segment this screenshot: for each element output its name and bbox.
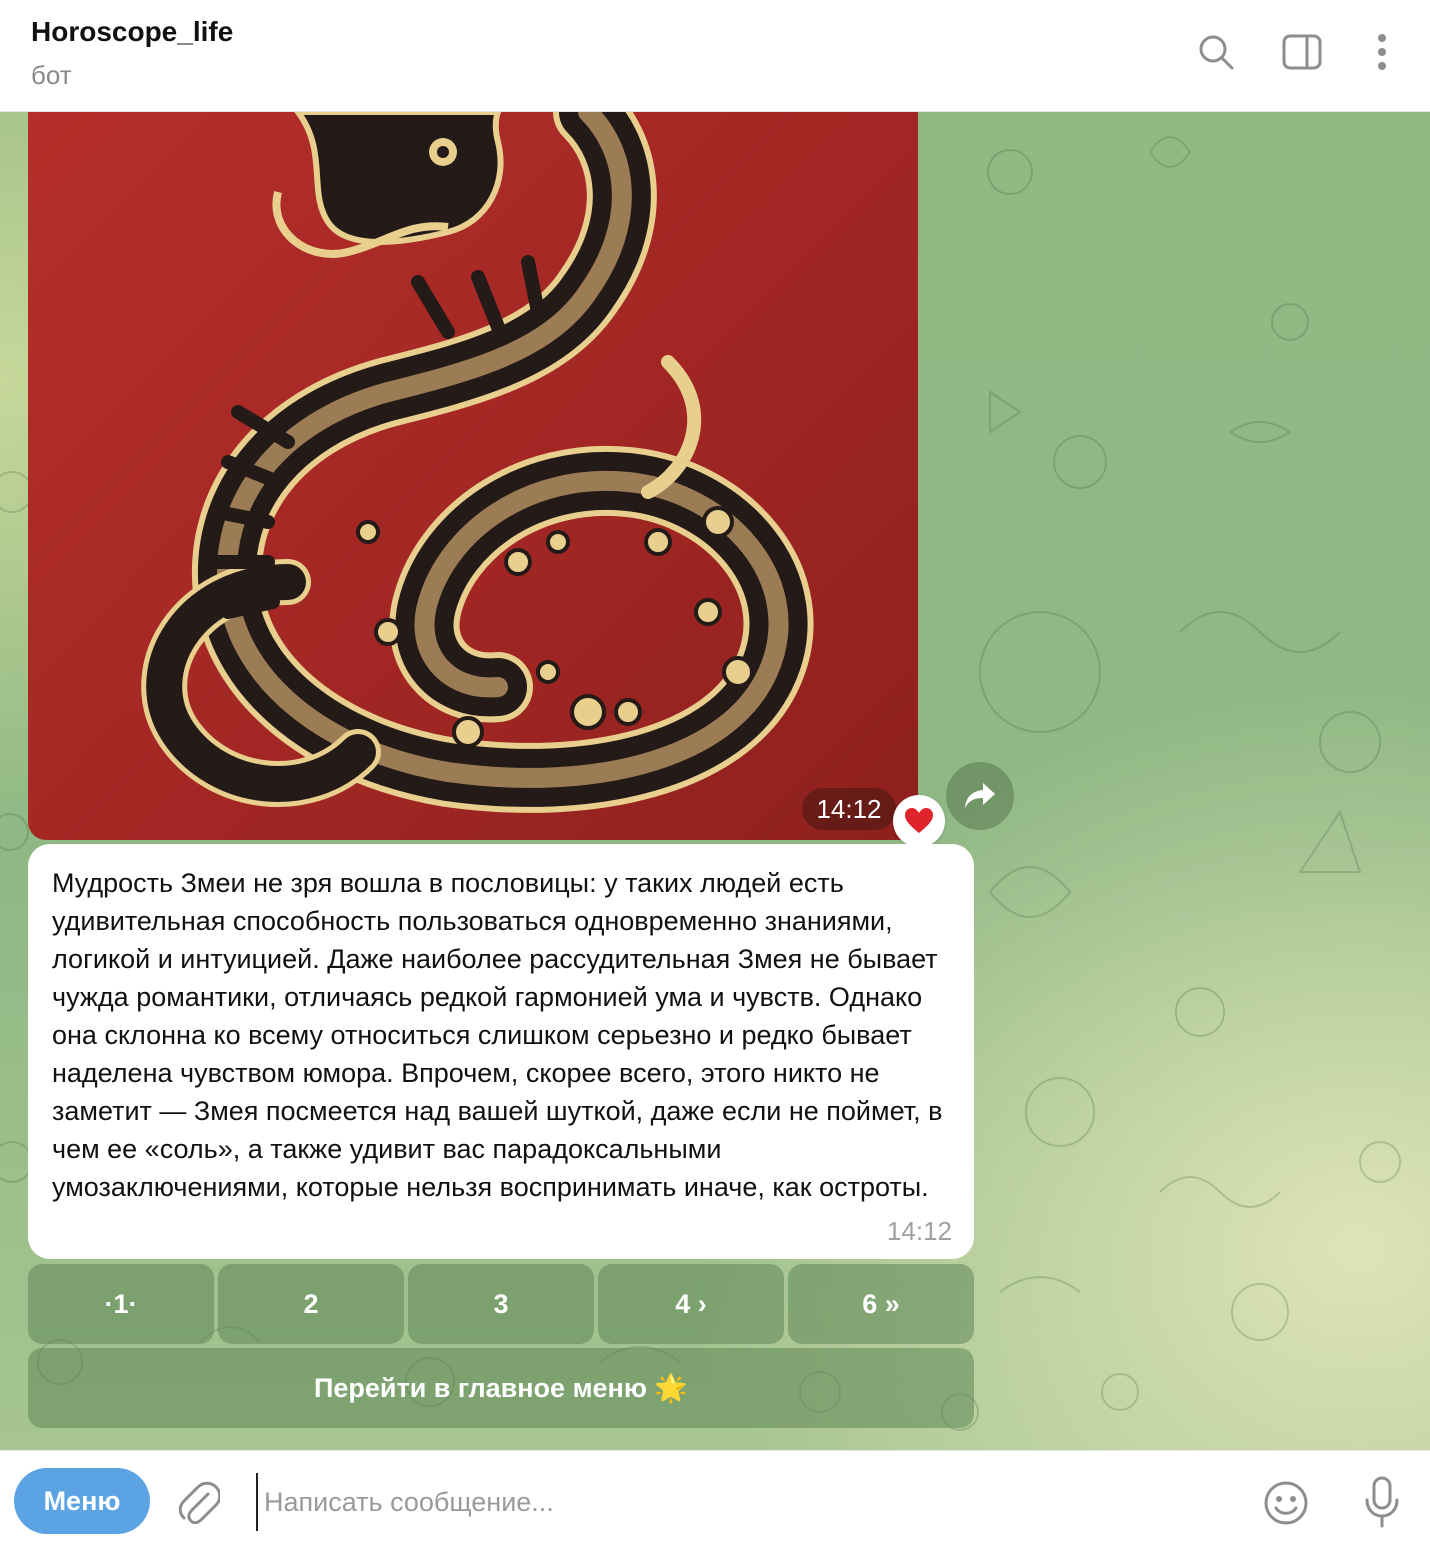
chat-header: Horoscope_life бот [0, 0, 1430, 112]
attach-icon[interactable] [176, 1479, 222, 1525]
page-button-2[interactable]: 2 [218, 1264, 404, 1344]
forward-button[interactable] [946, 762, 1014, 830]
page-button-3[interactable]: 3 [408, 1264, 594, 1344]
chat-area: 14:12 Мудрость Змеи не зря вошла в посло… [0, 112, 1430, 1450]
emoji-icon[interactable] [1262, 1479, 1310, 1527]
microphone-icon[interactable] [1360, 1475, 1404, 1531]
main-menu-row: Перейти в главное меню 🌟 [28, 1348, 974, 1428]
pagination-keyboard: ·1· 2 3 4 › 6 » [28, 1264, 974, 1344]
heart-reaction[interactable] [893, 795, 945, 847]
message-composer: Меню [0, 1450, 1430, 1550]
more-vertical-icon[interactable] [1360, 30, 1404, 74]
chat-title[interactable]: Horoscope_life [31, 16, 233, 48]
photo-message-time: 14:12 [802, 788, 896, 830]
bot-menu-button[interactable]: Меню [14, 1468, 150, 1534]
page-button-next[interactable]: 4 › [598, 1264, 784, 1344]
snake-illustration-image[interactable] [28, 112, 918, 840]
chat-subtitle: бот [31, 60, 72, 90]
page-button-1[interactable]: ·1· [28, 1264, 214, 1344]
text-message-bubble: Мудрость Змеи не зря вошла в пословицы: … [28, 844, 974, 1259]
page-button-last[interactable]: 6 » [788, 1264, 974, 1344]
sidebar-toggle-icon[interactable] [1280, 30, 1324, 74]
message-input[interactable] [256, 1473, 1226, 1531]
forward-icon [965, 783, 995, 808]
message-time: 14:12 [886, 1216, 952, 1246]
main-menu-button[interactable]: Перейти в главное меню 🌟 [28, 1348, 974, 1428]
search-icon[interactable] [1194, 30, 1238, 74]
message-text: Мудрость Змеи не зря вошла в пословицы: … [52, 868, 943, 1202]
